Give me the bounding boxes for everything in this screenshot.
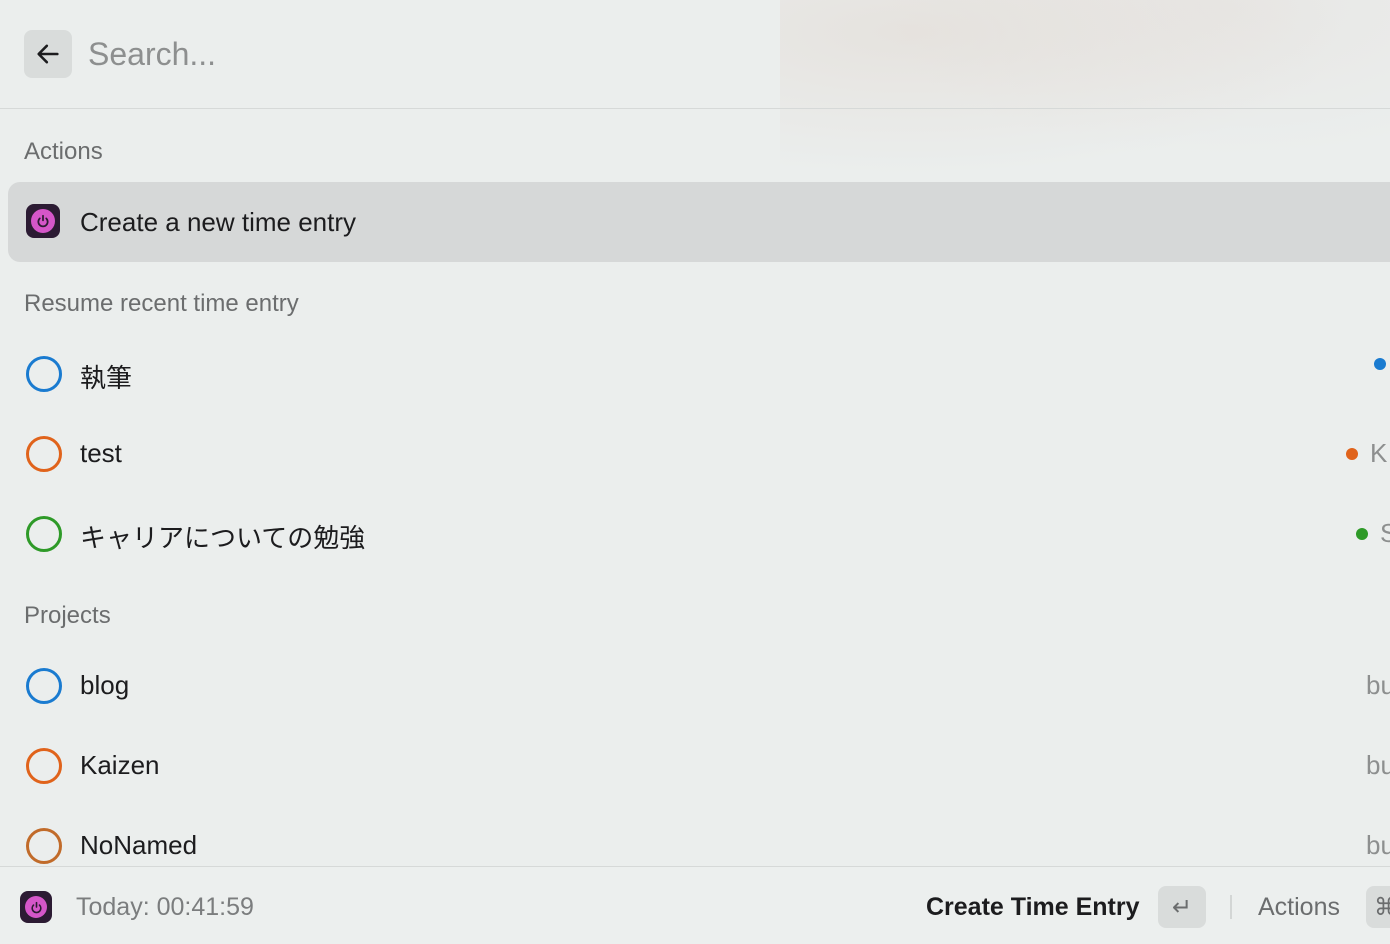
recent-entry-label: test (80, 438, 122, 468)
actions-menu-button[interactable]: Actions (1258, 893, 1340, 922)
project-row[interactable]: blog bu (8, 646, 1390, 726)
section-title-projects: Projects (24, 602, 111, 629)
section-title-resume: Resume recent time entry (24, 290, 299, 317)
raycast-window: Actions Create a new time entry Resume r… (0, 0, 1390, 944)
power-icon (30, 901, 42, 913)
accessory-text: K (1370, 438, 1388, 468)
circle-icon (26, 668, 62, 704)
accessory-text: S (1380, 518, 1390, 548)
back-button[interactable] (24, 30, 72, 78)
arrow-left-icon (37, 44, 59, 64)
recent-entry-accessory: K (1346, 438, 1387, 469)
recent-entry-label: キャリアについての勉強 (80, 523, 366, 553)
toggl-app-icon (20, 891, 52, 923)
project-label: NoNamed (80, 830, 198, 860)
circle-icon (26, 436, 62, 472)
recent-entry-accessory: S (1356, 518, 1390, 549)
circle-icon (26, 828, 62, 864)
command-icon: ⌘ (1374, 893, 1390, 921)
action-create-time-entry[interactable]: Create a new time entry (8, 182, 1390, 262)
power-icon (37, 214, 49, 228)
footer-divider (1230, 895, 1232, 919)
toggl-app-icon (26, 204, 62, 240)
project-accessory: bu (1366, 670, 1390, 701)
recent-entry-row[interactable]: 執筆 (8, 334, 1390, 414)
command-key-hint[interactable]: ⌘ (1366, 886, 1390, 928)
search-input[interactable] (88, 30, 1288, 78)
create-time-entry-button[interactable]: Create Time Entry (926, 893, 1140, 922)
recent-entry-row[interactable]: キャリアについての勉強 S (8, 494, 1390, 574)
recent-entry-row[interactable]: test K (8, 414, 1390, 494)
circle-icon (26, 516, 62, 552)
return-icon: ↵ (1171, 893, 1193, 921)
project-accessory: bu (1366, 830, 1390, 861)
circle-icon (26, 748, 62, 784)
section-title-actions: Actions (24, 138, 103, 165)
return-key-hint[interactable]: ↵ (1158, 886, 1206, 928)
color-dot-icon (1374, 358, 1386, 370)
footer-bar: Today: 00:41:59 Create Time Entry ↵ Acti… (0, 866, 1390, 944)
project-label: blog (80, 670, 130, 700)
color-dot-icon (1356, 527, 1368, 540)
accessory-text: bu (1366, 750, 1390, 780)
recent-entry-accessory (1374, 358, 1390, 370)
today-total-status: Today: 00:41:59 (76, 893, 254, 921)
color-dot-icon (1346, 447, 1358, 460)
action-label: Create a new time entry (80, 207, 357, 237)
accessory-text: bu (1366, 830, 1390, 860)
project-accessory: bu (1366, 750, 1390, 781)
recent-entry-label: 執筆 (80, 363, 133, 393)
project-label: Kaizen (80, 750, 160, 780)
circle-icon (26, 356, 62, 392)
search-bar (0, 0, 1390, 109)
accessory-text: bu (1366, 670, 1390, 700)
project-row[interactable]: Kaizen bu (8, 726, 1390, 806)
